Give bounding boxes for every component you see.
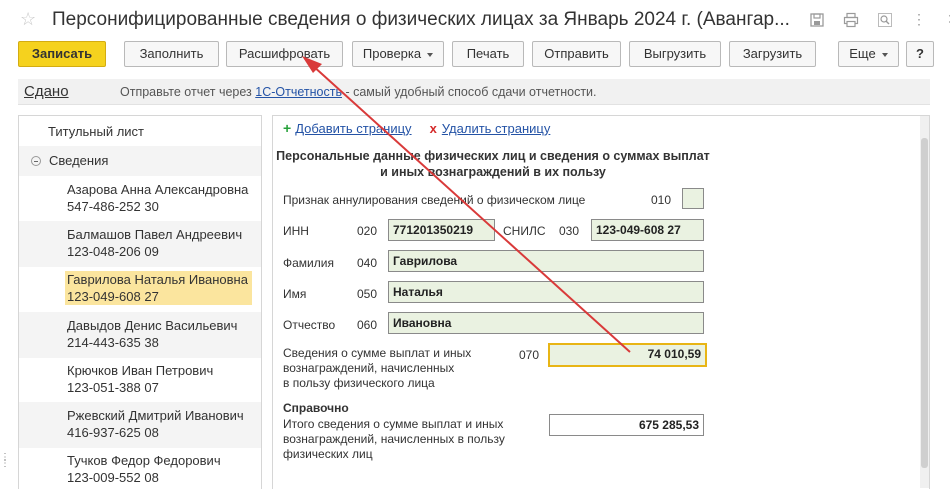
status-message-suffix: - самый удобный способ сдачи отчетности. (341, 85, 597, 99)
reference-title: Справочно (283, 401, 349, 415)
payments-label-line: в пользу физического лица (283, 376, 435, 390)
person-form: + Добавить страницу x Удалить страницу Перс… (272, 115, 930, 489)
selected-person-highlight: Гаврилова Наталья Ивановна 123-049-608 2… (65, 271, 252, 305)
lastname-field[interactable]: Гаврилова (388, 250, 704, 272)
total-field: 675 285,53 (549, 414, 704, 436)
window-title: Персонифицированные сведения о физически… (52, 9, 790, 30)
drag-handle-icon[interactable]: ⋮ ⋮ (0, 453, 10, 475)
person-name: Ржевский Дмитрий Иванович (67, 408, 244, 423)
tree-item-person[interactable]: Тучков Федор Федорович 123-009-552 08 (19, 447, 261, 489)
inn-code: 020 (357, 224, 378, 238)
delete-page-link[interactable]: Удалить страницу (442, 121, 551, 136)
export-button[interactable]: Выгрузить (629, 41, 721, 67)
payments-code: 070 (519, 348, 540, 362)
cancel-code: 010 (651, 193, 672, 207)
panel-splitter[interactable] (265, 115, 270, 489)
chevron-down-icon (427, 52, 434, 57)
tree-item-person-selected[interactable]: Гаврилова Наталья Ивановна 123-049-608 2… (19, 266, 261, 312)
total-label-line: Итого сведения о сумме выплат и иных (283, 417, 504, 431)
status-message-prefix: Отправьте отчет через (120, 85, 256, 99)
send-button[interactable]: Отправить (532, 41, 621, 67)
person-name: Гаврилова Наталья Ивановна (67, 272, 248, 287)
zoom-icon[interactable] (868, 9, 902, 29)
tree-item-section[interactable]: Сведения (19, 146, 261, 176)
tree-item-title-page[interactable]: Титульный лист (19, 118, 261, 146)
person-snils: 123-048-206 09 (67, 244, 159, 259)
inn-field[interactable]: 771201350219 (388, 219, 495, 241)
inn-label: ИНН (283, 224, 309, 238)
status-bar: Сдано Отправьте отчет через 1С-Отчетност… (18, 79, 930, 105)
page-controls: + Добавить страницу x Удалить страницу (283, 120, 550, 136)
title-icons: ⋮ ✕ (800, 9, 950, 29)
print-icon[interactable] (834, 9, 868, 29)
middlename-label: Отчество (283, 318, 336, 332)
firstname-field[interactable]: Наталья (388, 281, 704, 303)
snils-field[interactable]: 123-049-608 27 (591, 219, 704, 241)
person-snils: 547-486-252 30 (67, 199, 159, 214)
form-scrollbar[interactable] (920, 116, 929, 488)
person-snils: 123-049-608 27 (67, 289, 159, 304)
person-name: Балмашов Павел Андреевич (67, 227, 243, 242)
status-message-link[interactable]: 1С-Отчетность (255, 85, 342, 99)
person-snils: 123-009-552 08 (67, 470, 159, 485)
total-label-line: физических лиц (283, 447, 373, 461)
fill-button[interactable]: Заполнить (124, 41, 219, 67)
delete-icon[interactable]: x (430, 121, 437, 136)
person-name: Тучков Федор Федорович (67, 453, 221, 468)
firstname-label: Имя (283, 287, 307, 301)
payments-label-line: Сведения о сумме выплат и иных (283, 346, 472, 360)
form-heading: Персональные данные физических лиц и све… (276, 149, 710, 179)
save-button[interactable]: Записать (18, 41, 106, 67)
command-bar: Записать Заполнить Расшифровать Проверка… (0, 41, 950, 69)
payments-label: Сведения о сумме выплат и иных вознаграж… (283, 346, 471, 391)
snils-label: СНИЛС (503, 224, 546, 238)
payments-field[interactable]: 74 010,59 (548, 343, 707, 367)
collapse-icon[interactable] (31, 156, 41, 166)
chevron-down-icon (881, 52, 888, 57)
tree-item-person[interactable]: Азарова Анна Александровна 547-486-252 3… (19, 176, 261, 222)
person-snils: 214-443-635 38 (67, 335, 159, 350)
more-button[interactable]: Еще (838, 41, 899, 67)
middlename-field[interactable]: Ивановна (388, 312, 704, 334)
more-icon[interactable]: ⋮ (902, 9, 936, 29)
person-snils: 123-051-388 07 (67, 380, 159, 395)
tree-item-person[interactable]: Крючков Иван Петрович 123-051-388 07 (19, 357, 261, 403)
lastname-code: 040 (357, 256, 378, 270)
cancel-label: Признак аннулирования сведений о физичес… (283, 193, 586, 207)
total-label: Итого сведения о сумме выплат и иных воз… (283, 417, 505, 462)
save-icon[interactable] (800, 9, 834, 29)
check-button[interactable]: Проверка (352, 41, 444, 67)
person-snils: 416-937-625 08 (67, 425, 159, 440)
status-message: Отправьте отчет через 1С-Отчетность - са… (120, 85, 597, 99)
person-name: Крючков Иван Петрович (67, 363, 214, 378)
middlename-code: 060 (357, 318, 378, 332)
report-sections-tree: Титульный лист Сведения Азарова Анна Але… (18, 115, 262, 489)
close-icon[interactable]: ✕ (936, 9, 950, 29)
payments-label-line: вознаграждений, начисленных (283, 361, 455, 375)
cancel-checkbox[interactable] (682, 188, 704, 209)
total-label-line: вознаграждений, начисленных в пользу (283, 432, 505, 446)
help-button[interactable]: ? (906, 41, 934, 67)
snils-code: 030 (559, 224, 580, 238)
print-button[interactable]: Печать (452, 41, 524, 67)
more-label: Еще (849, 46, 876, 61)
person-name: Азарова Анна Александровна (67, 182, 249, 197)
star-icon[interactable]: ☆ (20, 9, 36, 29)
check-label: Проверка (362, 46, 422, 61)
import-button[interactable]: Загрузить (729, 41, 816, 67)
decode-button[interactable]: Расшифровать (226, 41, 343, 67)
plus-icon[interactable]: + (283, 120, 291, 136)
person-name: Давыдов Денис Васильевич (67, 318, 238, 333)
tree-item-person[interactable]: Балмашов Павел Андреевич 123-048-206 09 (19, 221, 261, 267)
add-page-link[interactable]: Добавить страницу (295, 121, 411, 136)
scrollbar-thumb[interactable] (921, 138, 928, 468)
firstname-code: 050 (357, 287, 378, 301)
status-state-link[interactable]: Сдано (24, 83, 69, 100)
tree-item-person[interactable]: Давыдов Денис Васильевич 214-443-635 38 (19, 312, 261, 358)
lastname-label: Фамилия (283, 256, 334, 270)
tree-section-label: Сведения (49, 153, 109, 168)
tree-item-person[interactable]: Ржевский Дмитрий Иванович 416-937-625 08 (19, 402, 261, 448)
window-titlebar: ☆ Персонифицированные сведения о физичес… (0, 0, 950, 38)
